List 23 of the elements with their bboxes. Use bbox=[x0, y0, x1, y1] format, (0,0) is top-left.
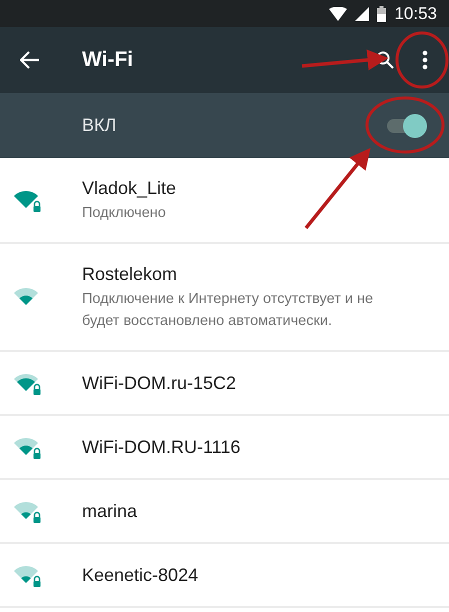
back-arrow-icon bbox=[20, 51, 40, 69]
network-item[interactable]: WiFi-DOM.RU-1116 bbox=[0, 416, 449, 480]
search-icon bbox=[376, 51, 394, 69]
toolbar-title: Wi-Fi bbox=[82, 47, 134, 74]
clock: 10:53 bbox=[394, 2, 437, 25]
network-name: WiFi-DOM.RU-1116 bbox=[82, 436, 240, 459]
more-options-icon bbox=[422, 50, 428, 70]
switch-label: ВКЛ bbox=[82, 114, 118, 137]
cell-signal-icon bbox=[355, 6, 370, 20]
network-status: Подключено bbox=[82, 204, 167, 223]
network-item[interactable]: marina bbox=[0, 480, 449, 544]
network-item[interactable]: Vladok_Lite Подключено bbox=[0, 158, 449, 244]
battery-icon bbox=[377, 6, 386, 22]
network-name: WiFi-DOM.ru-15C2 bbox=[82, 372, 236, 395]
network-item[interactable]: Rostelekom Подключение к Интернету отсутствует и не будет восстановлено автоматически. bbox=[0, 244, 449, 352]
network-item[interactable]: WiFi-DOM.ru-15C2 bbox=[0, 352, 449, 416]
network-name: Rostelekom bbox=[82, 263, 178, 286]
network-name: Vladok_Lite bbox=[82, 177, 176, 200]
network-item[interactable]: Keenetic-8024 bbox=[0, 544, 449, 608]
wifi-status-icon bbox=[329, 6, 348, 20]
network-status: Подключение к Интернету отсутствует и не будет восстановлено автоматически. bbox=[82, 290, 374, 331]
network-name: Keenetic-8024 bbox=[82, 564, 198, 587]
network-name: marina bbox=[82, 500, 138, 523]
